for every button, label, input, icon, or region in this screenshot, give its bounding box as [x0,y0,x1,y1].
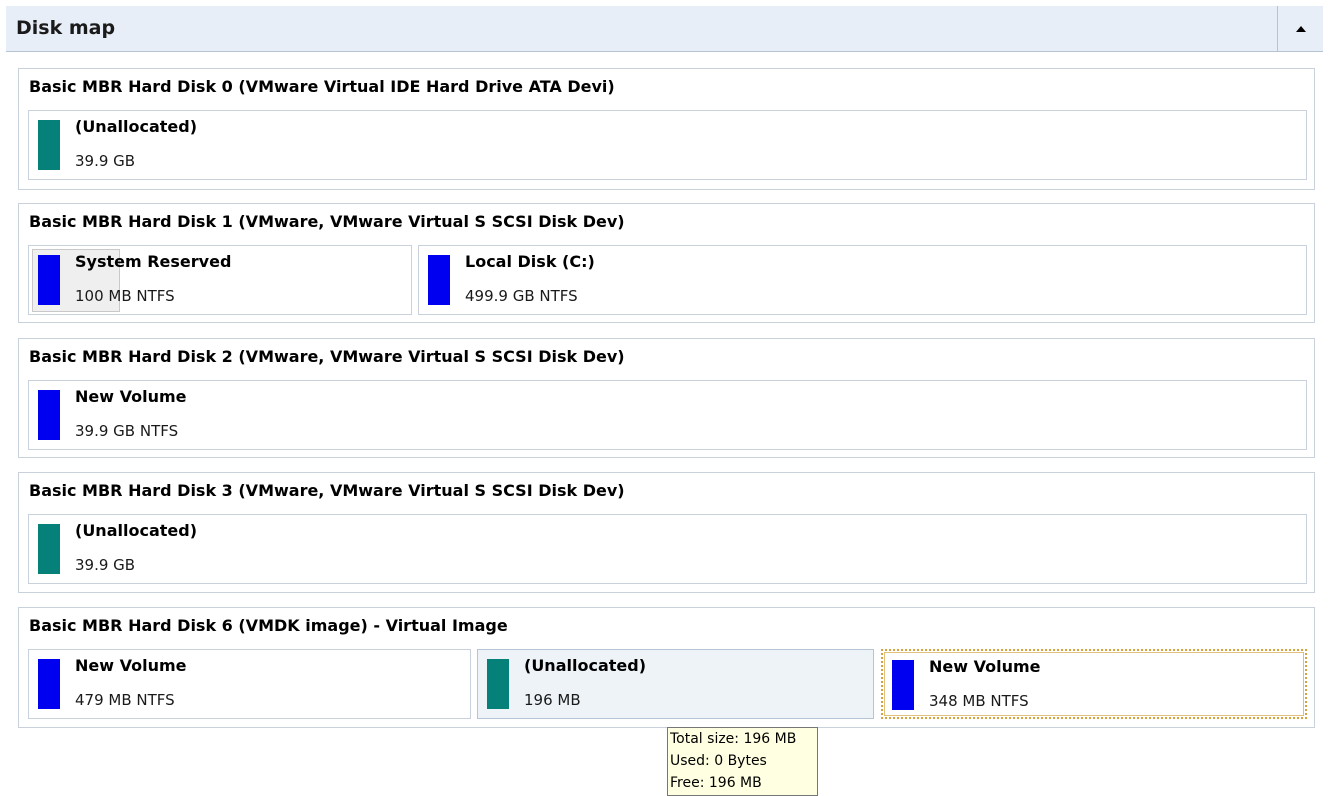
partition-size: 196 MB [524,691,581,709]
tooltip-used: Used: 0 Bytes [670,753,767,769]
disk-title: Basic MBR Hard Disk 6 (VMDK image) - Vir… [29,616,508,635]
partition-unallocated[interactable]: (Unallocated) 39.9 GB [28,110,1307,180]
partition-name: New Volume [75,656,187,675]
partition-size: 39.9 GB [75,556,136,574]
partition-color-swatch [38,524,60,574]
partition-color-swatch [38,390,60,440]
partition-name: (Unallocated) [75,521,197,540]
partition-color-swatch [428,255,450,305]
partition-color-swatch [38,120,60,170]
disk-map-header: Disk map [6,6,1323,52]
disk-panel-0: Basic MBR Hard Disk 0 (VMware Virtual ID… [18,68,1315,190]
partition-local-disk-c[interactable]: Local Disk (C:) 499.9 GB NTFS [418,245,1307,315]
partition-tooltip: Total size: 196 MB Used: 0 Bytes Free: 1… [667,727,818,796]
disk-panel-6: Basic MBR Hard Disk 6 (VMDK image) - Vir… [18,607,1315,728]
disk-title: Basic MBR Hard Disk 1 (VMware, VMware Vi… [29,212,625,231]
partition-name: Local Disk (C:) [465,252,595,271]
disk-title: Basic MBR Hard Disk 3 (VMware, VMware Vi… [29,481,625,500]
partition-size: 348 MB NTFS [929,692,1029,710]
partition-name: (Unallocated) [524,656,646,675]
partition-size: 499.9 GB NTFS [465,287,578,305]
disk-panel-1: Basic MBR Hard Disk 1 (VMware, VMware Vi… [18,203,1315,323]
partition-name: New Volume [75,387,187,406]
partition-name: New Volume [929,657,1041,676]
partition-size: 39.9 GB NTFS [75,422,179,440]
chevron-up-icon [1295,25,1306,32]
partition-new-volume-selected[interactable]: New Volume 348 MB NTFS [881,649,1307,719]
partition-color-swatch [38,659,60,709]
partition-size: 39.9 GB [75,152,136,170]
partition-size: 479 MB NTFS [75,691,175,709]
disk-panel-2: Basic MBR Hard Disk 2 (VMware, VMware Vi… [18,338,1315,458]
partition-system-reserved[interactable]: System Reserved 100 MB NTFS [28,245,412,315]
collapse-button[interactable] [1277,6,1323,51]
partition-unallocated[interactable]: (Unallocated) 39.9 GB [28,514,1307,584]
partition-color-swatch [892,660,914,710]
disk-panel-3: Basic MBR Hard Disk 3 (VMware, VMware Vi… [18,472,1315,593]
partition-unallocated[interactable]: (Unallocated) 196 MB [477,649,874,719]
partition-new-volume[interactable]: New Volume 479 MB NTFS [28,649,471,719]
partition-size: 100 MB NTFS [75,287,175,305]
partition-new-volume[interactable]: New Volume 39.9 GB NTFS [28,380,1307,450]
tooltip-total-size: Total size: 196 MB [670,731,797,747]
partition-color-swatch [38,255,60,305]
partition-name: (Unallocated) [75,117,197,136]
partition-color-swatch [487,659,509,709]
disk-title: Basic MBR Hard Disk 2 (VMware, VMware Vi… [29,347,625,366]
disk-title: Basic MBR Hard Disk 0 (VMware Virtual ID… [29,77,615,96]
tooltip-free: Free: 196 MB [670,775,762,791]
partition-name: System Reserved [75,252,232,271]
disk-map-title: Disk map [16,17,116,39]
